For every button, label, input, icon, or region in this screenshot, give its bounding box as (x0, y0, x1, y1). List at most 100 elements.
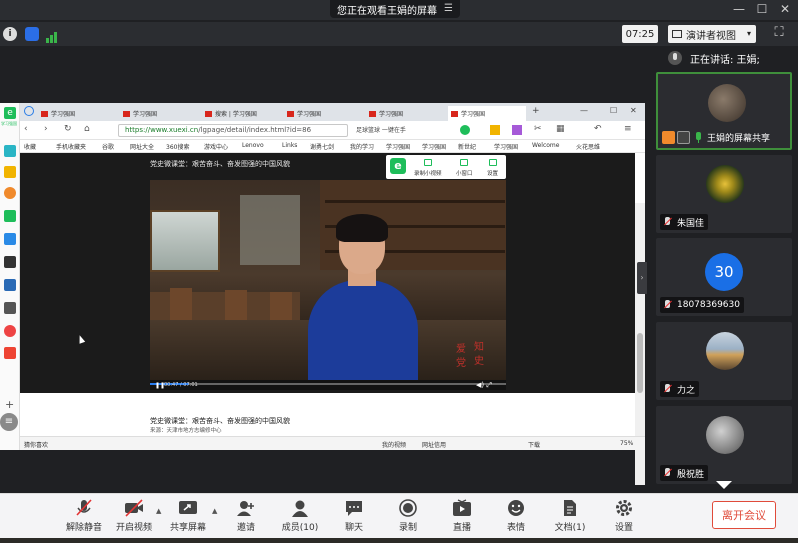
add-icon[interactable]: + (5, 398, 14, 411)
start-video-button[interactable]: 开启视频 (108, 499, 160, 539)
scissors-icon[interactable]: ✂ (534, 124, 542, 134)
bookmark-item[interactable]: 谷歌 (102, 142, 114, 151)
volume-icon[interactable]: ◀) ⤢ (476, 381, 492, 390)
live-button[interactable]: 直播 (436, 499, 488, 539)
bookmark-item[interactable]: 新世纪 (458, 142, 476, 151)
participant-tile[interactable]: 殷祝胜 (656, 406, 792, 484)
settings-button[interactable]: 设置 (598, 499, 650, 539)
minimize-button[interactable]: — (730, 2, 748, 16)
browser-tab-active[interactable]: 学习强国 (448, 106, 526, 121)
bookmark-item[interactable]: 收藏 (24, 142, 36, 151)
browser-tab[interactable]: 学习强国 (284, 106, 362, 121)
participant-tile[interactable]: 朱国佳 (656, 155, 792, 233)
window-maximize-icon[interactable]: ☐ (610, 106, 617, 115)
presenter-view-dropdown[interactable]: 演讲者视图 ▾ (668, 25, 756, 43)
info-icon[interactable]: i (3, 27, 17, 41)
docs-button[interactable]: 文档(1) (544, 499, 596, 539)
reaction-button[interactable]: 表情 (490, 499, 542, 539)
chevron-up-icon[interactable]: ▲ (212, 507, 217, 515)
participant-tile-share[interactable]: 王娟的屏幕共享 (656, 72, 792, 150)
extension-icon[interactable] (490, 125, 500, 135)
app-icon[interactable] (4, 233, 16, 245)
menu-icon[interactable]: ≡ (0, 413, 18, 431)
maximize-button[interactable]: ☐ (753, 2, 771, 16)
bookmark-item[interactable]: 火花思维 (576, 142, 600, 151)
record-button[interactable]: 录制 (382, 499, 434, 539)
chat-button[interactable]: 聊天 (328, 499, 380, 539)
app-icon[interactable] (4, 302, 16, 314)
bookmark-item[interactable]: 游戏中心 (204, 142, 228, 151)
mini-window-button[interactable]: 小窗口 (456, 169, 473, 177)
bookmark-item[interactable]: 谢勇七剑 (310, 142, 334, 151)
grid-icon[interactable]: ▦ (556, 124, 565, 134)
new-tab-icon[interactable]: + (532, 106, 540, 116)
bookmark-item[interactable]: 我的学习 (350, 142, 374, 151)
scroll-down-icon[interactable] (716, 481, 732, 489)
participant-tile[interactable]: 30 18078369630 (656, 238, 792, 316)
bookmark-item[interactable]: 网址大全 (130, 142, 154, 151)
bookmark-item[interactable]: 手机收藏夹 (56, 142, 86, 151)
app-icon[interactable] (4, 347, 16, 359)
status-item[interactable]: 网址信用 (422, 440, 446, 449)
home-icon[interactable]: ⌂ (84, 124, 90, 134)
extension-icon[interactable] (512, 125, 522, 135)
browser-tab[interactable]: 学习强国 (38, 106, 116, 121)
close-button[interactable]: ✕ (776, 2, 794, 16)
window-minimize-icon[interactable]: — (580, 106, 588, 115)
app-icon[interactable] (4, 279, 16, 291)
sharing-indicator[interactable]: 您正在观看王娟的屏幕 ☰ (330, 0, 460, 18)
scrollbar-thumb[interactable] (637, 333, 643, 393)
star-icon[interactable] (4, 166, 16, 178)
forward-icon[interactable]: › (44, 124, 48, 134)
members-button[interactable]: 成员(10) (274, 499, 326, 539)
window-close-icon[interactable]: ✕ (630, 106, 637, 115)
more-icon[interactable]: ≡ (624, 124, 632, 134)
bookmark-item[interactable]: 学习强国 (422, 142, 446, 151)
bookmark-item[interactable]: 学习强国 (386, 142, 410, 151)
menu-icon[interactable]: ☰ (444, 4, 454, 14)
fullscreen-icon[interactable]: ⛶ (771, 25, 787, 41)
share-screen-button[interactable]: 共享屏幕 (162, 499, 214, 539)
bookmark-item[interactable]: 360搜索 (166, 142, 189, 151)
bookmark-item[interactable]: Links (282, 142, 297, 149)
browser-search-input[interactable]: 足球篮球 一键在手 (356, 124, 466, 137)
chevron-up-icon[interactable]: ▲ (156, 507, 161, 515)
signal-icon[interactable] (45, 28, 59, 43)
extension-icon[interactable] (460, 125, 470, 135)
browser-tab[interactable]: 学习强国 (366, 106, 444, 121)
collapse-panel-button[interactable]: › (637, 262, 647, 294)
url-input[interactable]: https://www.xuexi.cn/lgpage/detail/index… (118, 124, 348, 137)
security-shield-icon[interactable] (25, 27, 39, 41)
browser-logo-icon[interactable]: e (4, 107, 16, 119)
video-settings-button[interactable]: 设置 (487, 169, 498, 177)
bookmark-item[interactable]: 学习强国 (494, 142, 518, 151)
video-progress-track[interactable] (150, 383, 506, 385)
settings-icon[interactable] (489, 159, 497, 166)
record-clip-icon[interactable] (424, 159, 432, 166)
mini-window-icon[interactable] (460, 159, 468, 166)
leave-meeting-button[interactable]: 离开会议 (712, 501, 776, 529)
record-clip-button[interactable]: 录制小视频 (414, 169, 442, 177)
video-player[interactable]: 知 史 爱 党 ❚❚ 00:47 / 07:01 ◀) ⤢ (150, 180, 506, 390)
browser-tab[interactable]: 搜索 | 学习强国 (202, 106, 280, 121)
eye-icon[interactable] (4, 187, 16, 199)
app-icon[interactable] (4, 145, 16, 157)
app-icon[interactable] (4, 256, 16, 268)
status-item[interactable]: 我的视频 (382, 440, 406, 449)
participant-tile[interactable]: 力之 (656, 322, 792, 400)
app-icon[interactable] (4, 210, 16, 222)
undo-icon[interactable]: ↶ (594, 124, 602, 134)
bookmark-item[interactable]: Welcome (532, 142, 559, 149)
invite-button[interactable]: 邀请 (220, 499, 272, 539)
zoom-level[interactable]: 75% (620, 440, 633, 447)
app-icon[interactable] (4, 325, 16, 337)
browser-tab[interactable]: 学习强国 (120, 106, 198, 121)
refresh-icon[interactable]: ↻ (64, 124, 72, 134)
recommend-link[interactable]: 猜你喜欢 (24, 440, 48, 449)
compass-icon[interactable] (24, 106, 34, 116)
unmute-button[interactable]: 解除静音 (58, 499, 110, 539)
status-item[interactable]: 下载 (528, 440, 540, 449)
xuexi-favicon-icon (41, 110, 48, 117)
bookmark-item[interactable]: Lenovo (242, 142, 264, 149)
back-icon[interactable]: ‹ (24, 124, 28, 134)
